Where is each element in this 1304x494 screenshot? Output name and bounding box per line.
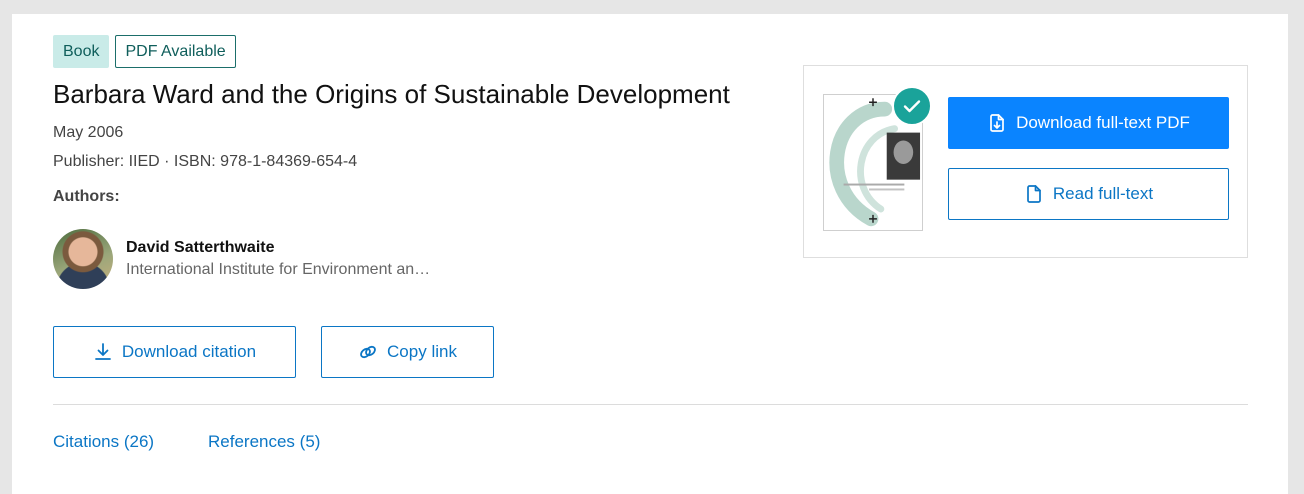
tab-references[interactable]: References (5) <box>208 432 320 452</box>
author-item[interactable]: David Satterthwaite International Instit… <box>53 229 430 289</box>
download-citation-button[interactable]: Download citation <box>53 326 296 378</box>
fulltext-panel: Download full-text PDF Read full-text <box>803 65 1248 258</box>
download-icon <box>94 343 111 360</box>
copy-link-button[interactable]: Copy link <box>321 326 494 378</box>
author-affiliation: International Institute for Environment … <box>126 261 431 278</box>
tab-citations[interactable]: Citations (26) <box>53 432 154 452</box>
pdf-available-badge: PDF Available <box>115 35 236 68</box>
download-citation-label: Download citation <box>121 342 257 361</box>
badge-group: Book PDF Available <box>53 35 236 68</box>
divider <box>53 404 1248 405</box>
file-icon <box>1027 185 1041 203</box>
download-fulltext-pdf-label: Download full-text PDF <box>1016 113 1190 132</box>
publisher-isbn: Publisher: IIED · ISBN: 978-1-84369-654-… <box>53 153 358 170</box>
copy-link-label: Copy link <box>387 342 457 361</box>
link-icon <box>360 345 376 359</box>
avatar[interactable] <box>53 229 113 289</box>
author-text: David Satterthwaite International Instit… <box>126 239 430 279</box>
page-title: Barbara Ward and the Origins of Sustaina… <box>53 79 730 109</box>
file-download-icon <box>990 114 1004 132</box>
check-icon <box>892 86 932 126</box>
type-badge: Book <box>53 35 110 68</box>
download-fulltext-pdf-button[interactable]: Download full-text PDF <box>948 97 1229 149</box>
authors-label: Authors: <box>53 188 120 205</box>
read-fulltext-button[interactable]: Read full-text <box>948 168 1229 220</box>
author-name[interactable]: David Satterthwaite <box>126 239 430 257</box>
publication-date: May 2006 <box>53 124 124 141</box>
read-fulltext-label: Read full-text <box>1052 184 1154 203</box>
publication-card: Book PDF Available Barbara Ward and the … <box>12 14 1288 494</box>
